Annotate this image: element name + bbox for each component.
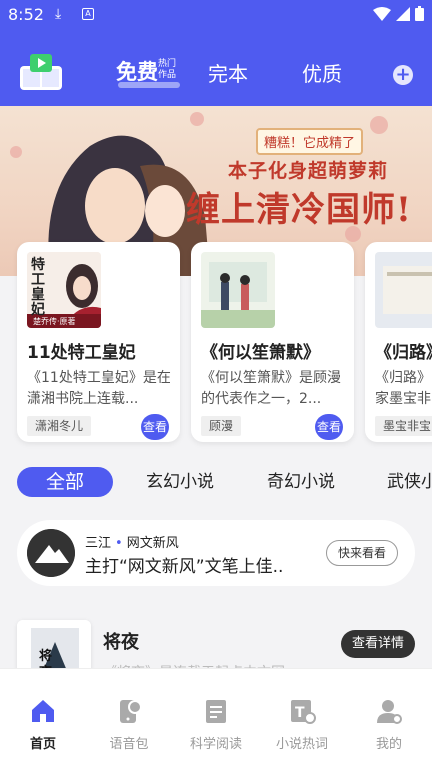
category-wuxia[interactable]: 武侠小: [387, 467, 432, 497]
news-banner[interactable]: 三江 • 网文新风 主打“网文新风”文笔上佳.. 快来看看: [17, 520, 415, 586]
separator-dot: •: [115, 536, 123, 551]
tab-active-indicator: [118, 82, 180, 88]
view-button[interactable]: 查看: [141, 414, 169, 440]
news-source: 三江 • 网文新风: [85, 532, 179, 551]
category-tabs: 全部 玄幻小说 奇幻小说 武侠小: [0, 467, 432, 501]
blossom-decoration: [370, 116, 388, 134]
book-cover: 特工皇妃 楚乔传·原著: [27, 252, 101, 328]
status-time: 8:52: [8, 5, 44, 24]
book-name: 将夜: [103, 632, 139, 653]
news-source-name: 三江: [85, 536, 112, 551]
nav-profile-label: 我的: [375, 737, 402, 752]
notification-icon: A: [82, 8, 94, 20]
hot-words-icon: T: [291, 700, 316, 724]
book-cover-art: [201, 252, 275, 328]
book-title: 《何以笙箫默》: [201, 343, 320, 363]
mountain-icon: [27, 529, 75, 577]
header: 8:52 ⤓ A 免费 热门作品 完本 优质 +: [0, 0, 432, 106]
status-bar: 8:52 ⤓ A: [0, 0, 432, 30]
news-channel: 网文新风: [126, 536, 179, 551]
banner-subtitle: 本子化身超萌萝莉: [228, 160, 389, 182]
reading-icon: [206, 700, 226, 723]
top-tabs: 免费 热门作品 完本 优质: [100, 56, 420, 96]
signal-icon: [396, 6, 410, 21]
book-card[interactable]: 《何以笙箫默》 《何以笙箫默》是顾漫的代表作之一，2... 顾漫 查看: [191, 242, 354, 442]
cover-subtitle: 楚乔传·原著: [33, 317, 76, 326]
book-author: 顾漫: [201, 416, 242, 436]
nav-profile[interactable]: 我的: [349, 697, 429, 752]
category-xuanhuan[interactable]: 玄幻小说: [146, 467, 214, 497]
view-details-button[interactable]: 查看详情: [341, 630, 415, 658]
svg-text:T: T: [295, 705, 305, 721]
add-icon[interactable]: +: [393, 65, 413, 85]
status-icons: [373, 6, 424, 21]
home-icon: [32, 700, 54, 722]
book-cards: 特工皇妃 楚乔传·原著 11处特工皇妃 《11处特工皇妃》是在潇湘书院上连载..…: [0, 242, 432, 442]
blossom-decoration: [190, 112, 204, 126]
book-description: 《何以笙箫默》是顾漫的代表作之一，2...: [201, 370, 341, 407]
book-card[interactable]: 特工皇妃 楚乔传·原著 11处特工皇妃 《11处特工皇妃》是在潇湘书院上连载..…: [17, 242, 180, 442]
category-all[interactable]: 全部: [17, 467, 113, 497]
nav-hot-words-label: 小说热词: [275, 737, 328, 752]
nav-home-label: 首页: [29, 737, 56, 752]
book-cover: [201, 252, 275, 328]
nav-science-reading[interactable]: 科学阅读: [176, 697, 256, 752]
nav-science-reading-label: 科学阅读: [189, 737, 242, 752]
book-title: 《归路》: [375, 343, 432, 363]
book-cover: [375, 252, 432, 328]
view-button[interactable]: 查看: [315, 414, 343, 440]
book-author: 墨宝非宝: [375, 416, 432, 436]
book-description: 《11处特工皇妃》是在潇湘书院上连载...: [27, 370, 171, 407]
cover-title: 特工皇妃: [31, 257, 45, 318]
blossom-decoration: [10, 146, 22, 158]
news-headline: 主打“网文新风”文笔上佳..: [85, 557, 284, 577]
book-title: 11处特工皇妃: [27, 343, 136, 363]
app-logo-icon[interactable]: [18, 52, 64, 92]
banner-tag: 糟糕！它成精了: [256, 128, 364, 155]
category-qihuan[interactable]: 奇幻小说: [267, 467, 335, 497]
profile-icon: [377, 700, 402, 724]
book-description-line: 家墨宝非: [375, 391, 431, 407]
tab-free-label: 免费: [116, 60, 158, 84]
book-description-line: 《归路》: [375, 370, 431, 386]
check-it-out-button[interactable]: 快来看看: [326, 540, 398, 566]
tab-quality[interactable]: 优质: [302, 58, 342, 87]
voice-pack-icon: [120, 700, 142, 723]
tab-free-sup: 热门作品: [158, 59, 177, 80]
wifi-icon: [373, 6, 391, 21]
tab-free[interactable]: 免费 热门作品: [116, 56, 180, 88]
nav-voice-pack-label: 语音包: [109, 737, 149, 752]
nav-voice-pack[interactable]: 语音包: [89, 697, 169, 752]
tab-complete[interactable]: 完本: [208, 58, 248, 87]
nav-home[interactable]: 首页: [3, 697, 83, 752]
book-author: 潇湘冬儿: [27, 416, 92, 436]
book-description: 《归路》 家墨宝非: [375, 368, 432, 410]
battery-icon: [415, 6, 424, 21]
svg-text:将: 将: [39, 648, 52, 664]
book-cover-art: [375, 252, 432, 328]
app-screen: 8:52 ⤓ A 免费 热门作品 完本 优质 + 糟糕！它成精了 本子化身超萌萝…: [0, 0, 432, 769]
book-card[interactable]: 《归路》 《归路》 家墨宝非 墨宝非宝: [365, 242, 432, 442]
nav-hot-words[interactable]: T 小说热词: [262, 697, 342, 752]
banner-headline: 缠上清冷国师!: [186, 190, 412, 230]
bottom-navigation: 首页 语音包 科学阅读 T 小说热词 我的: [0, 668, 432, 769]
download-icon: ⤓: [55, 6, 62, 22]
